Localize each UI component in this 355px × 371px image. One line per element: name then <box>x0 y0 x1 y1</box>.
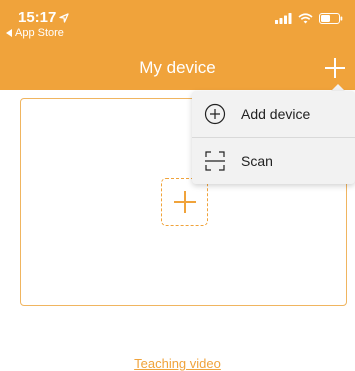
scan-icon <box>205 151 225 171</box>
menu-item-add-device[interactable]: Add device <box>192 91 355 137</box>
status-icons <box>275 13 343 24</box>
menu-pointer <box>331 84 345 91</box>
back-triangle-icon <box>6 29 12 37</box>
battery-icon <box>319 13 343 24</box>
back-to-app-store[interactable]: App Store <box>6 27 64 39</box>
add-menu-button[interactable] <box>325 58 345 78</box>
status-time: 15:17 <box>18 9 70 26</box>
signal-icon <box>275 13 292 24</box>
plus-circle-icon <box>204 103 226 125</box>
status-time-text: 15:17 <box>18 9 57 26</box>
menu-item-label: Scan <box>241 153 273 169</box>
back-label: App Store <box>15 27 64 39</box>
teaching-video-link[interactable]: Teaching video <box>0 356 355 371</box>
add-dropdown-menu: Add device Scan <box>192 91 355 184</box>
wifi-icon <box>298 13 313 24</box>
page-title: My device <box>139 58 216 77</box>
menu-item-label: Add device <box>241 106 311 122</box>
menu-item-scan[interactable]: Scan <box>192 138 355 184</box>
location-arrow-icon <box>59 12 70 23</box>
add-device-placeholder-button[interactable] <box>161 178 208 226</box>
top-bar: 15:17 App Store My device <box>0 0 355 90</box>
